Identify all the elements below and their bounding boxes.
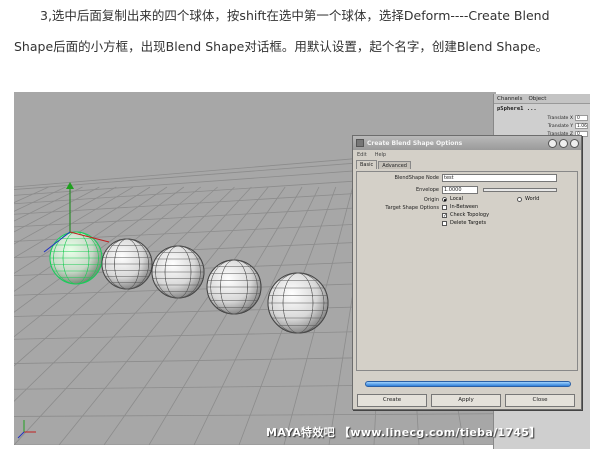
origin-label: Origin [423, 197, 439, 203]
selected-sphere [49, 231, 103, 285]
origin-world-radio[interactable] [517, 197, 522, 202]
envelope-label: Envelope [415, 187, 439, 193]
channel-value[interactable]: 1.06 [575, 123, 588, 129]
sphere [151, 245, 205, 299]
envelope-slider[interactable] [483, 188, 557, 192]
close-icon[interactable] [570, 138, 579, 148]
article-line-2: Shape后面的小方框，出现Blend Shape对话框。用默认设置，起个名字，… [14, 39, 549, 54]
dialog-title: Create Blend Shape Options [367, 139, 463, 147]
blendshape-node-input[interactable]: test [442, 174, 557, 182]
tab-basic[interactable]: Basic [356, 160, 378, 169]
create-button[interactable]: Create [357, 394, 427, 407]
tab-channels[interactable]: Channels [497, 96, 522, 102]
menu-edit[interactable]: Edit [357, 152, 367, 158]
dialog-titlebar[interactable]: Create Blend Shape Options [353, 136, 581, 150]
article-line-1: 3,选中后面复制出来的四个球体，按shift在选中第一个球体，选择Deform-… [40, 8, 550, 23]
object-name: pSphere1 ... [497, 106, 537, 112]
axis-indicator-icon [17, 420, 36, 439]
channel-row[interactable]: Translate Y 1.06 [494, 122, 590, 130]
close-button[interactable]: Close [505, 394, 575, 407]
origin-world-label: World [525, 196, 540, 202]
check-topology-checkbox[interactable]: ✓ [442, 213, 447, 219]
in-between-checkbox[interactable] [442, 205, 447, 210]
in-between-label: In-Between [450, 204, 479, 210]
article-text: 3,选中后面复制出来的四个球体，按shift在选中第一个球体，选择Deform-… [14, 0, 604, 62]
dialog-menubar: Edit Help [353, 150, 581, 159]
origin-local-radio[interactable] [442, 197, 447, 202]
tab-object[interactable]: Object [528, 96, 546, 102]
create-blend-shape-dialog: Create Blend Shape Options Edit Help Bas… [352, 135, 582, 410]
delete-targets-checkbox[interactable] [442, 221, 447, 226]
envelope-input[interactable]: 1.0000 [442, 186, 478, 194]
tab-advanced[interactable]: Advanced [378, 161, 411, 169]
window-icon [356, 139, 364, 147]
minimize-icon[interactable] [548, 138, 557, 148]
watermark: MAYA特效吧 【www.linecg.com/tieba/1745】 [266, 426, 541, 439]
channel-value[interactable]: 0 [575, 115, 588, 121]
apply-button[interactable]: Apply [431, 394, 501, 407]
dialog-tabs: Basic Advanced [353, 159, 581, 169]
target-shape-options-label: Target Shape Options [385, 205, 439, 211]
maximize-icon[interactable] [559, 138, 568, 148]
delete-targets-label: Delete Targets [450, 220, 487, 226]
blendshape-node-label: BlendShape Node [394, 175, 439, 181]
sphere [206, 259, 262, 315]
check-topology-label: Check Topology [450, 212, 490, 218]
channel-label: Translate Y [547, 123, 573, 129]
options-panel: BlendShape Node test Envelope 1.0000 Ori… [356, 171, 578, 371]
origin-local-label: Local [450, 196, 463, 202]
channel-row[interactable]: Translate X 0 [494, 114, 590, 122]
progress-scrollbar[interactable] [365, 381, 571, 387]
channel-label: Translate X [547, 115, 573, 121]
menu-help[interactable]: Help [375, 152, 386, 158]
channel-box-tabs: Channels Object [494, 94, 590, 104]
sphere [267, 272, 329, 334]
sphere [101, 238, 153, 290]
